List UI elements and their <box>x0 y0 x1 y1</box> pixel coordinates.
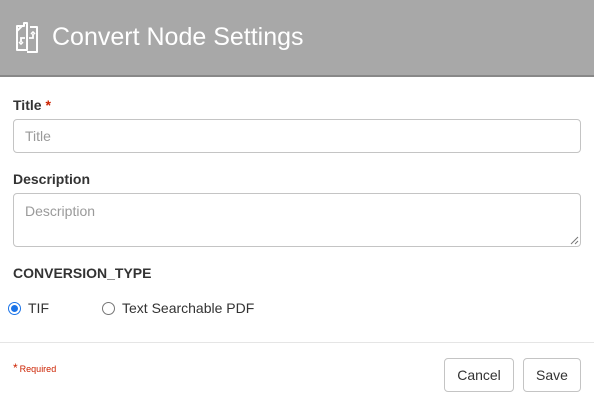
description-label: Description <box>13 171 91 187</box>
conversion-type-label: CONVERSION_TYPE <box>13 265 152 281</box>
required-marker: * <box>45 97 51 113</box>
title-label-text: Title <box>13 97 42 113</box>
cancel-button[interactable]: Cancel <box>444 358 514 392</box>
radio-tif-label[interactable]: TIF <box>28 300 49 316</box>
radio-option-text-searchable-pdf[interactable]: Text Searchable PDF <box>102 299 254 317</box>
required-note-star: * <box>13 361 18 375</box>
description-textarea[interactable] <box>13 193 581 247</box>
convert-node-settings-dialog: Convert Node Settings Title* Description… <box>0 0 594 406</box>
required-note-text: Required <box>19 364 57 374</box>
radio-text-searchable-pdf-label[interactable]: Text Searchable PDF <box>122 300 254 316</box>
radio-text-searchable-pdf[interactable] <box>102 301 115 315</box>
dialog-header: Convert Node Settings <box>0 0 594 77</box>
radio-tif[interactable] <box>8 301 21 315</box>
convert-document-icon <box>16 22 38 53</box>
title-input[interactable] <box>13 119 581 153</box>
radio-option-tif[interactable]: TIF <box>8 299 49 317</box>
save-button[interactable]: Save <box>523 358 581 392</box>
footer-divider <box>0 342 594 343</box>
dialog-title: Convert Node Settings <box>52 23 304 51</box>
required-note: * Required <box>13 362 56 375</box>
title-label: Title * <box>13 97 51 113</box>
